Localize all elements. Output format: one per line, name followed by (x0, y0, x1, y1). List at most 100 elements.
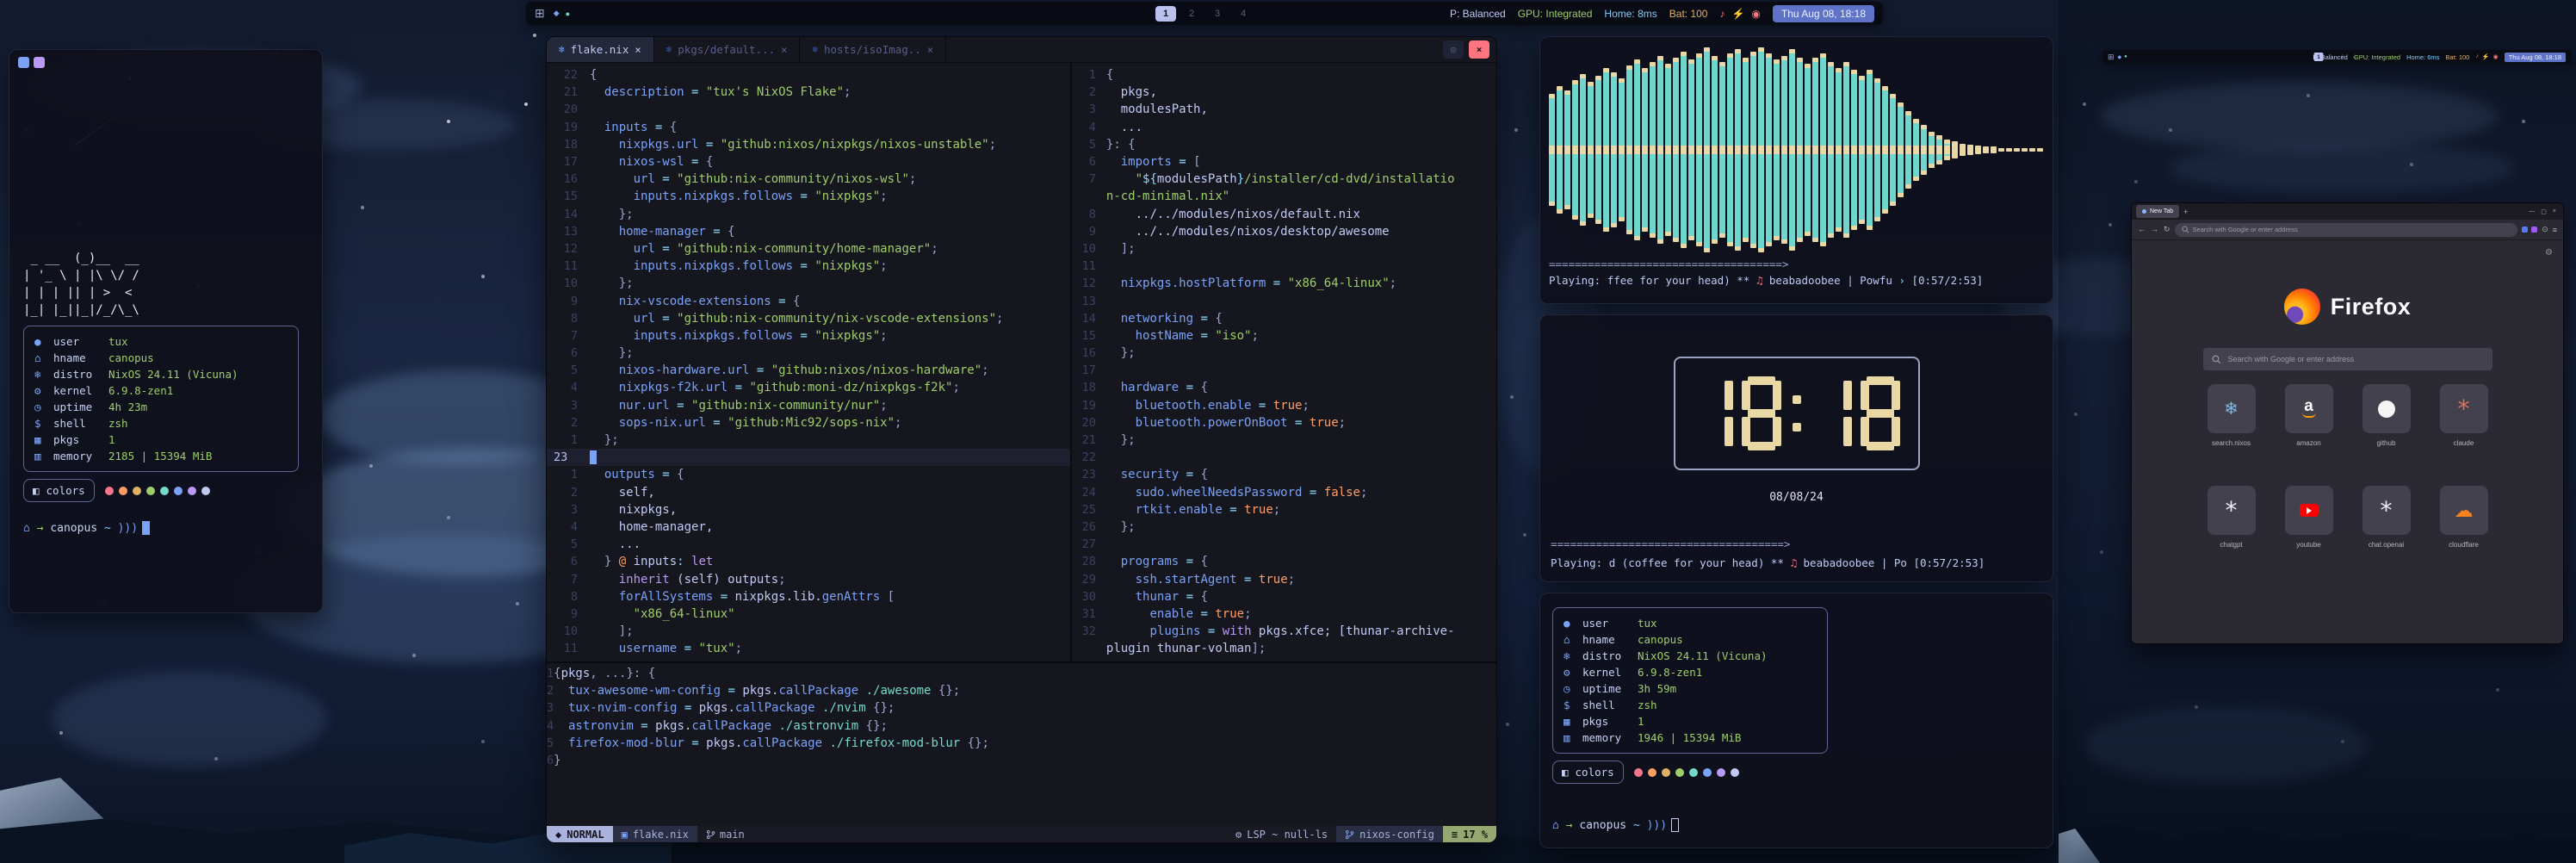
bottom-pane[interactable]: 1{pkgs, ...}: {2 tux-awesome-wm-config =… (547, 661, 1496, 826)
search-input[interactable] (2228, 355, 2484, 363)
editor-tab-hosts/isoImag..[interactable]: ❄hosts/isoImag..× (800, 37, 946, 62)
buffer-pin-button[interactable]: ◎ (1443, 40, 1464, 59)
code-line: 31 enable = true; (1072, 605, 1496, 623)
user-icon: ● (1564, 617, 1582, 630)
cava-bar (1820, 53, 1826, 246)
ascii-logo: _ __ (_)__ __ | '_ \ | |\ \/ / | | | || … (23, 250, 313, 319)
workspace-button-4[interactable]: 4 (2350, 53, 2360, 61)
fetch-label: hname (1582, 633, 1638, 646)
line-number: 16 (547, 172, 590, 186)
shortcut-tile-claude[interactable]: *claude (2440, 384, 2488, 447)
workspace-button-1[interactable]: 1 (2314, 53, 2324, 61)
shortcut-tile-chat.openai[interactable]: *chat.openai (2362, 486, 2411, 549)
volume-icon[interactable]: ⚡ (2482, 53, 2490, 60)
maximize-icon[interactable]: ▢ (2541, 208, 2547, 215)
browser-app-icon[interactable]: ● (566, 9, 570, 18)
project-chip: nixos-config (1336, 826, 1443, 842)
line-number: 15 (547, 189, 590, 203)
menu-icon[interactable]: ≡ (2553, 226, 2557, 234)
account-icon[interactable]: ⊙ (2542, 225, 2548, 234)
shell-prompt[interactable]: ⌂ → canopus ~ ))) (23, 521, 313, 535)
shortcut-tile-amazon[interactable]: aamazon (2285, 384, 2333, 447)
shortcut-tile-chatgpt[interactable]: *chatgpt (2208, 486, 2256, 549)
cava-bar (1719, 62, 1725, 239)
workspace-button-2[interactable]: 2 (1181, 6, 1202, 22)
neovim-window[interactable]: ❄flake.nix×❄pkgs/default...×❄hosts/isoIm… (546, 36, 1497, 843)
terminal-app-icon[interactable]: ◆ (554, 9, 560, 18)
search-bar[interactable] (2203, 348, 2492, 370)
cava-bar (1557, 86, 1563, 214)
shortcut-tile-search.nixos[interactable]: ❄search.nixos (2208, 384, 2256, 447)
github-icon (2378, 400, 2395, 418)
clock-badge[interactable]: Thu Aug 08, 18:18 (2505, 53, 2566, 62)
cava-bar (2022, 148, 2028, 152)
workspace-button-1[interactable]: 1 (1155, 6, 1176, 22)
workspace-button-3[interactable]: 3 (1207, 6, 1228, 22)
browser-app-icon[interactable]: ● (2124, 54, 2127, 59)
extension-icon[interactable] (2531, 227, 2537, 233)
shortcut-tile-cloudflare[interactable]: ☁cloudflare (2440, 486, 2488, 549)
tab-close-icon[interactable]: × (781, 44, 787, 56)
code-line: 30 thunar = { (1072, 588, 1496, 605)
line-number: 21 (547, 85, 590, 99)
refresh-icon[interactable]: ↻ (2164, 225, 2170, 234)
bufferline: ❄flake.nix×❄pkgs/default...×❄hosts/isoIm… (547, 37, 1496, 63)
left-pane[interactable]: 22{21 description = "tux's NixOS Flake";… (547, 63, 1070, 661)
palette-dot (1703, 768, 1712, 777)
palette-dot (174, 487, 183, 495)
terminal-tab-icon[interactable] (18, 57, 29, 68)
editor-tab-pkgs/default...[interactable]: ❄pkgs/default...× (654, 37, 801, 62)
forward-icon[interactable]: → (2151, 225, 2158, 234)
code-line: 9 "x86_64-linux" (547, 605, 1070, 623)
back-icon[interactable]: ← (2138, 225, 2146, 234)
tab-close-icon[interactable]: × (927, 44, 933, 56)
cava-bar (1960, 144, 1966, 156)
terminal-fastfetch-window[interactable]: _ __ (_)__ __ | '_ \ | |\ \/ / | | | || … (9, 49, 323, 613)
music-visualizer-window[interactable]: ====================================> Pl… (1539, 36, 2053, 304)
tile-icon-box: a (2285, 384, 2333, 433)
palette-dot (1648, 768, 1656, 777)
close-icon[interactable]: × (2553, 208, 2556, 215)
shortcut-tile-youtube[interactable]: youtube (2285, 486, 2333, 549)
power-icon[interactable]: ◉ (1751, 8, 1760, 20)
new-tab-button[interactable]: + (2183, 208, 2188, 216)
minimize-icon[interactable]: — (2529, 208, 2535, 215)
url-input[interactable] (2193, 226, 2511, 233)
clock-badge[interactable]: Thu Aug 08, 18:18 (1773, 5, 1874, 22)
code-line: 21 description = "tux's NixOS Flake"; (547, 84, 1070, 101)
fastfetch-window-2[interactable]: ●usertux⌂hnamecanopus❄distroNixOS 24.11 … (1539, 593, 2053, 848)
workspace-button-4[interactable]: 4 (1233, 6, 1254, 22)
buffer-close-button[interactable]: × (1469, 40, 1489, 59)
workspace-button-3[interactable]: 3 (2338, 53, 2348, 61)
media-icon[interactable]: ♪ (2475, 53, 2479, 60)
power-icon[interactable]: ◉ (2493, 53, 2499, 60)
clock-window[interactable]: 08/08/24 ===============================… (1539, 314, 2053, 582)
terminal-tab-icon[interactable] (34, 57, 45, 68)
code-line: 11 (1072, 258, 1496, 275)
firefox-window[interactable]: New Tab + —▢× ←→↻ ⊙≡ ⚙ Firefox ❄search.n… (2131, 202, 2564, 644)
extension-icon[interactable] (2522, 227, 2528, 233)
tab-new-tab[interactable]: New Tab (2136, 205, 2179, 218)
url-bar[interactable] (2175, 223, 2518, 237)
shell-prompt[interactable]: ⌂ → canopus ~ ))) (1552, 818, 2040, 832)
code-line: 26 }; (1072, 518, 1496, 536)
shortcut-tile-github[interactable]: github (2362, 384, 2411, 447)
line-number: 7 (1072, 172, 1106, 186)
workspace-button-2[interactable]: 2 (2326, 53, 2336, 61)
fetch-row: ❄distroNixOS 24.11 (Vicuna) (1564, 648, 1817, 664)
stars (0, 0, 2, 2)
terminal-app-icon[interactable]: ◆ (2118, 54, 2122, 60)
volume-icon[interactable]: ⚡ (1731, 8, 1744, 20)
line-number: 31 (1072, 607, 1106, 621)
git-branch-chip: main (697, 826, 753, 842)
right-pane[interactable]: 1{2 pkgs,3 modulesPath,4 ...5}: {6 impor… (1070, 63, 1496, 661)
cava-bar (1673, 58, 1679, 242)
personalize-gear-icon[interactable]: ⚙ (2545, 248, 2553, 258)
tab-close-icon[interactable]: × (635, 44, 641, 56)
line-number: 19 (547, 121, 590, 134)
media-icon[interactable]: ♪ (1719, 8, 1725, 20)
editor-tab-flake.nix[interactable]: ❄flake.nix× (547, 37, 654, 62)
launcher-icon[interactable]: ⊞ (2108, 53, 2115, 62)
launcher-icon[interactable]: ⊞ (535, 6, 545, 21)
now-playing-line: Playing: ffee for your head) ** ♫ beabad… (1549, 274, 2044, 287)
